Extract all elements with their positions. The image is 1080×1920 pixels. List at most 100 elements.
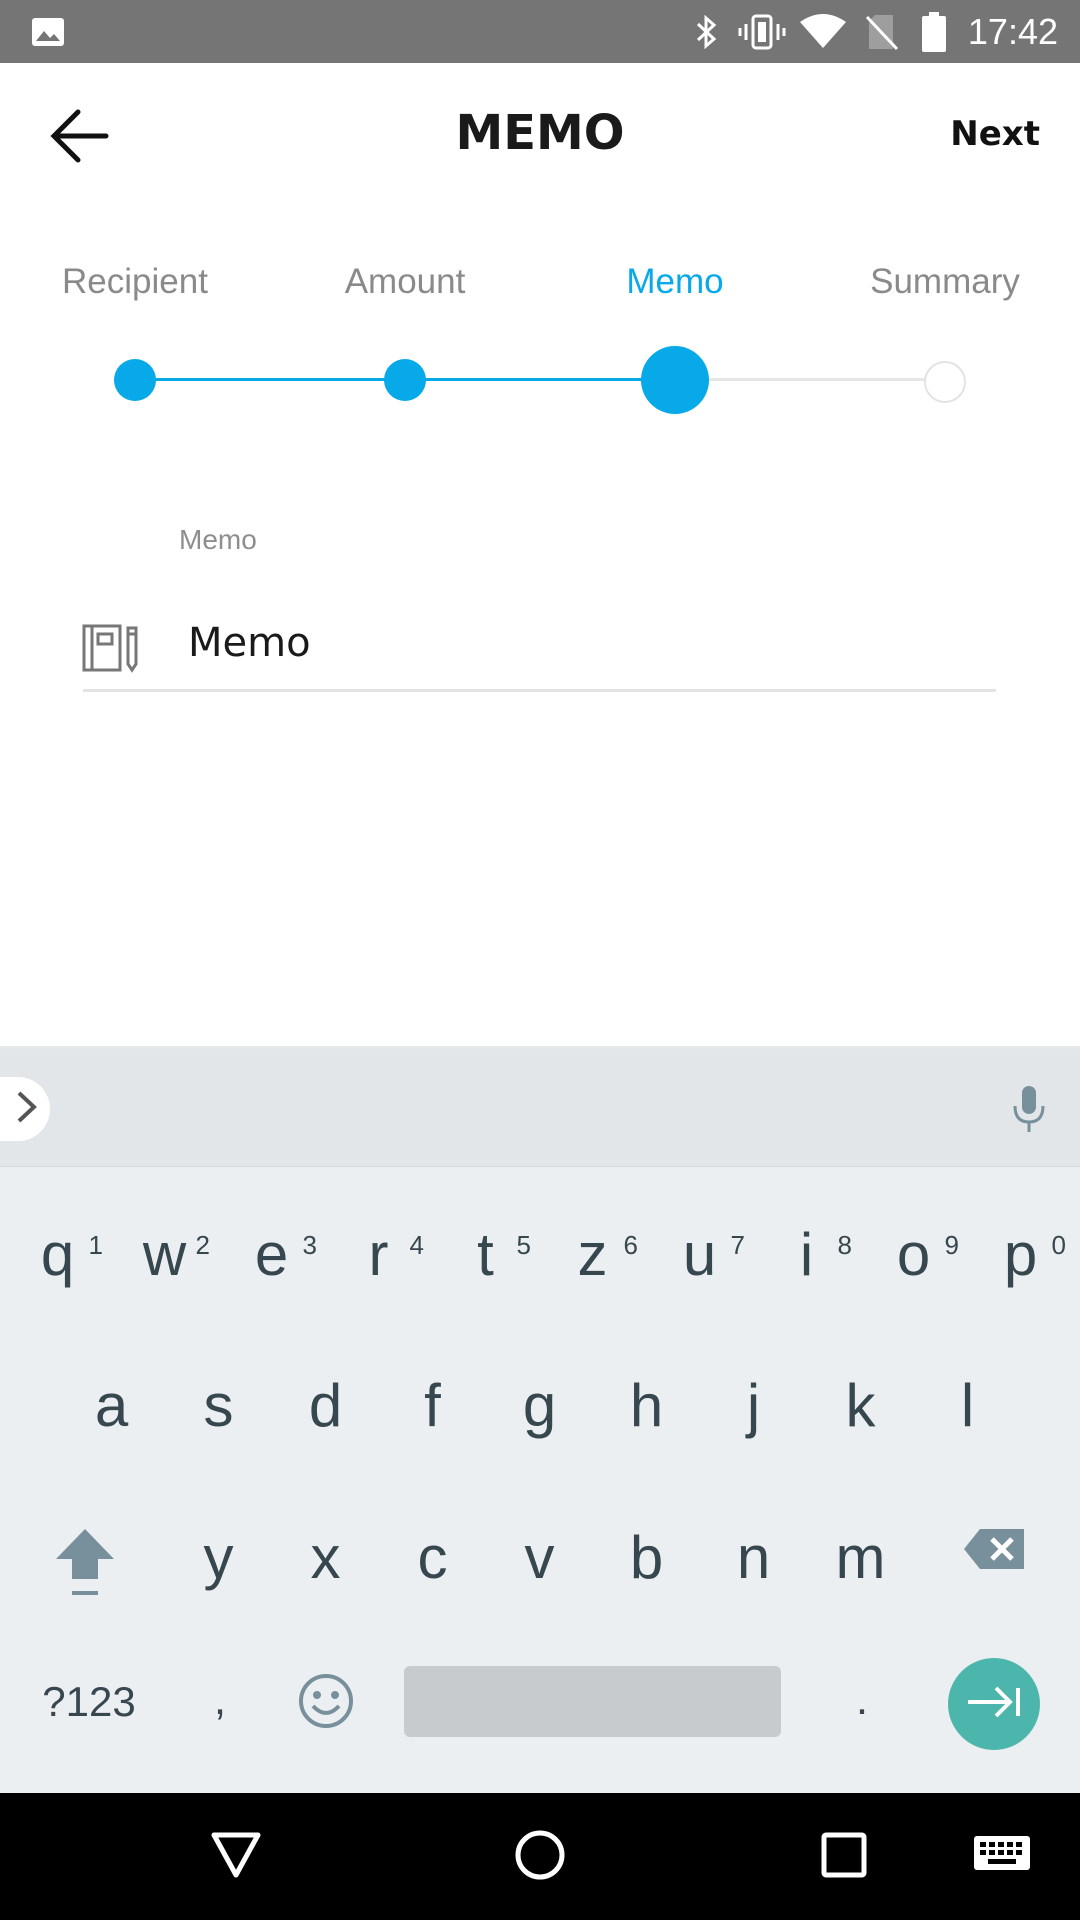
- key-x[interactable]: x: [272, 1518, 379, 1598]
- key-label: j: [746, 1372, 761, 1439]
- enter-key[interactable]: [948, 1658, 1040, 1750]
- status-bar: 17:42: [0, 0, 1080, 63]
- key-label: g: [522, 1372, 557, 1439]
- key-hint: 4: [409, 1230, 424, 1260]
- key-j[interactable]: j: [700, 1366, 807, 1446]
- key-label: r: [368, 1221, 389, 1288]
- key-hint: 8: [837, 1230, 852, 1260]
- wifi-icon: [798, 0, 848, 63]
- step-connector-3: [675, 378, 945, 381]
- key-label: i: [799, 1221, 814, 1288]
- key-b[interactable]: b: [593, 1518, 700, 1598]
- step-dot-memo[interactable]: [641, 346, 709, 414]
- key-label: v: [524, 1524, 555, 1591]
- space-key[interactable]: [404, 1666, 781, 1737]
- key-label: b: [629, 1524, 664, 1591]
- memo-underline: [83, 689, 996, 692]
- shift-arrow-icon: [52, 1529, 118, 1603]
- step-label-summary[interactable]: Summary: [830, 262, 1060, 302]
- key-label: n: [736, 1524, 771, 1591]
- key-a[interactable]: a: [58, 1366, 165, 1446]
- key-o[interactable]: o9: [860, 1215, 967, 1295]
- next-field-arrow-icon: [966, 1684, 1022, 1724]
- key-label: l: [960, 1372, 975, 1439]
- suggestion-strip: [0, 1049, 1080, 1167]
- shift-key[interactable]: [52, 1525, 118, 1599]
- step-label-recipient[interactable]: Recipient: [20, 262, 250, 302]
- key-v[interactable]: v: [486, 1518, 593, 1598]
- nav-back-button[interactable]: [204, 1825, 268, 1889]
- bluetooth-icon: [690, 0, 724, 63]
- key-r[interactable]: r4: [325, 1215, 432, 1295]
- battery-icon: [916, 0, 952, 63]
- key-label: u: [682, 1221, 717, 1288]
- key-z[interactable]: z6: [539, 1215, 646, 1295]
- vibrate-icon: [737, 0, 787, 63]
- key-label: c: [417, 1524, 448, 1591]
- memo-input[interactable]: Memo: [188, 620, 311, 666]
- step-dot-summary[interactable]: [924, 361, 966, 403]
- key-g[interactable]: g: [486, 1366, 593, 1446]
- key-e[interactable]: e3: [218, 1215, 325, 1295]
- symbols-key[interactable]: ?123: [30, 1672, 148, 1732]
- voice-input-button[interactable]: [1004, 1086, 1054, 1136]
- recents-square-icon: [821, 1832, 867, 1882]
- key-p[interactable]: p0: [967, 1215, 1074, 1295]
- key-label: p: [1003, 1221, 1038, 1288]
- no-sim-icon: [862, 0, 902, 63]
- page-title: MEMO: [455, 105, 625, 161]
- key-k[interactable]: k: [807, 1366, 914, 1446]
- next-button[interactable]: Next: [950, 114, 1040, 154]
- key-m[interactable]: m: [807, 1518, 914, 1598]
- backspace-key[interactable]: [962, 1527, 1028, 1571]
- image-icon: [26, 0, 70, 63]
- key-q[interactable]: q1: [4, 1215, 111, 1295]
- emoji-key[interactable]: [297, 1672, 355, 1730]
- key-hint: 6: [623, 1230, 638, 1260]
- key-s[interactable]: s: [165, 1366, 272, 1446]
- nav-recents-button[interactable]: [812, 1825, 876, 1889]
- key-f[interactable]: f: [379, 1366, 486, 1446]
- microphone-icon: [1009, 1084, 1049, 1138]
- key-u[interactable]: u7: [646, 1215, 753, 1295]
- key-t[interactable]: t5: [432, 1215, 539, 1295]
- key-hint: 1: [88, 1230, 103, 1260]
- status-time: 17:42: [967, 11, 1058, 52]
- key-c[interactable]: c: [379, 1518, 486, 1598]
- key-h[interactable]: h: [593, 1366, 700, 1446]
- key-label: w: [142, 1221, 187, 1288]
- key-hint: 2: [195, 1230, 210, 1260]
- key-label: e: [254, 1221, 289, 1288]
- step-label-amount[interactable]: Amount: [290, 262, 520, 302]
- nav-keyboard-button[interactable]: [970, 1825, 1034, 1889]
- key-hint: 7: [730, 1230, 745, 1260]
- key-label: y: [203, 1524, 234, 1591]
- step-connector-1: [135, 378, 405, 381]
- memo-field-label: Memo: [179, 524, 257, 555]
- key-label: h: [629, 1372, 664, 1439]
- smiley-icon: [297, 1674, 355, 1734]
- key-d[interactable]: d: [272, 1366, 379, 1446]
- comma-key[interactable]: ,: [190, 1670, 250, 1730]
- home-circle-icon: [514, 1829, 566, 1885]
- key-label: k: [845, 1372, 876, 1439]
- key-n[interactable]: n: [700, 1518, 807, 1598]
- step-label-memo[interactable]: Memo: [560, 262, 790, 302]
- key-hint: 5: [516, 1230, 531, 1260]
- key-label: f: [424, 1372, 441, 1439]
- back-triangle-icon: [210, 1831, 262, 1883]
- period-key[interactable]: .: [832, 1670, 892, 1730]
- key-hint: 3: [302, 1230, 317, 1260]
- key-label: s: [203, 1372, 234, 1439]
- chevron-right-icon: [16, 1090, 38, 1128]
- key-hint: 0: [1051, 1230, 1066, 1260]
- step-dot-recipient[interactable]: [114, 359, 156, 401]
- key-l[interactable]: l: [914, 1366, 1021, 1446]
- keyboard-icon: [974, 1836, 1030, 1878]
- key-label: o: [896, 1221, 931, 1288]
- step-dot-amount[interactable]: [384, 359, 426, 401]
- key-y[interactable]: y: [165, 1518, 272, 1598]
- key-w[interactable]: w2: [111, 1215, 218, 1295]
- nav-home-button[interactable]: [508, 1825, 572, 1889]
- key-i[interactable]: i8: [753, 1215, 860, 1295]
